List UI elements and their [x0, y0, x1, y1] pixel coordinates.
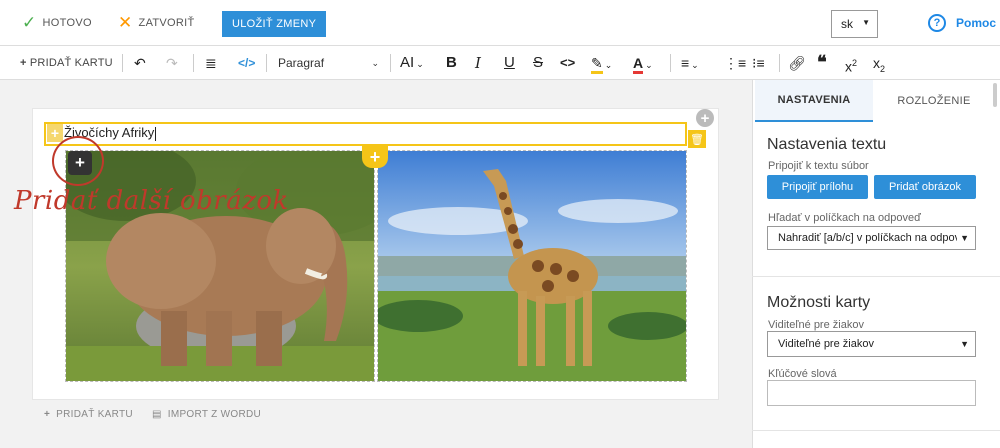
close-icon: ✕: [118, 13, 133, 32]
paragraph-style-select[interactable]: Paragraf ⌄: [270, 51, 385, 75]
add-image-panel-button[interactable]: Pridať obrázok: [874, 175, 976, 199]
underline-icon[interactable]: U: [504, 54, 515, 72]
done-label: HOTOVO: [42, 16, 92, 29]
attach-file-label: Pripojiť k textu súbor: [768, 160, 869, 172]
toolbar-divider: [122, 54, 123, 72]
redo-icon[interactable]: ↷: [166, 54, 178, 72]
font-color-icon[interactable]: A ⌄: [633, 54, 653, 74]
giraffe-image[interactable]: [377, 150, 687, 382]
chevron-down-icon: ⌄: [371, 57, 379, 68]
plus-icon: +: [20, 57, 27, 69]
plus-icon[interactable]: +: [47, 124, 63, 142]
align-icon[interactable]: ≡ ⌄: [681, 54, 699, 72]
help-icon: ?: [928, 14, 946, 32]
section-divider: [752, 276, 1000, 277]
visibility-select[interactable]: Viditeľné pre žiakov ▼: [767, 331, 976, 357]
done-button[interactable]: ✓ HOTOVO: [22, 14, 92, 31]
scrollbar[interactable]: [993, 83, 997, 107]
add-card-label: PRIDAŤ KARTU: [29, 57, 113, 69]
paragraph-style-value: Paragraf: [278, 56, 325, 70]
card-options-title: Možnosti karty: [767, 294, 871, 311]
font-size-icon[interactable]: AI ⌄: [400, 54, 424, 72]
superscript-icon[interactable]: x2: [845, 54, 857, 75]
add-block-icon[interactable]: +: [696, 109, 714, 127]
save-button[interactable]: ULOŽIŤ ZMENY: [222, 11, 327, 37]
code-view-icon[interactable]: </>: [238, 54, 255, 72]
tab-layout[interactable]: ROZLOŽENIE: [875, 80, 993, 122]
elephant-image[interactable]: [65, 150, 375, 382]
text-settings-title: Nastavenia textu: [767, 136, 887, 153]
language-value: sk: [841, 17, 853, 31]
help-button[interactable]: ? Pomoc: [928, 14, 996, 32]
section-divider: [752, 430, 1000, 431]
formatting-toolbar: + PRIDAŤ KARTU ↶ ↷ ≣ </> Paragraf ⌄ AI ⌄ …: [0, 46, 1000, 80]
annotation-text: Pridať další obrázok: [14, 186, 289, 216]
ordered-list-icon[interactable]: ⋮≡: [724, 54, 746, 72]
subscript-icon[interactable]: x2: [873, 54, 885, 74]
toolbar-divider: [390, 54, 391, 72]
search-fields-select[interactable]: Nahradiť [a/b/c] v políčkach na odpove ▼: [767, 226, 976, 250]
add-image-button[interactable]: +: [68, 151, 92, 175]
search-fields-value: Nahradiť [a/b/c] v políčkach na odpove: [778, 232, 967, 244]
caret-down-icon: ▼: [862, 18, 870, 27]
text-cursor: [155, 126, 157, 141]
highlight-icon[interactable]: ✎ ⌄: [591, 54, 612, 74]
database-icon[interactable]: ≣: [205, 54, 217, 72]
italic-icon[interactable]: I: [475, 54, 481, 72]
check-icon: ✓: [22, 13, 37, 32]
top-bar: ✓ HOTOVO ✕ ZATVORIŤ ULOŽIŤ ZMENY sk ▼ ? …: [0, 0, 1000, 46]
attach-file-button[interactable]: Pripojiť prílohu: [767, 175, 868, 199]
toolbar-divider: [193, 54, 194, 72]
close-button[interactable]: ✕ ZATVORIŤ: [118, 14, 195, 31]
add-card-button[interactable]: + PRIDAŤ KARTU: [20, 54, 113, 72]
search-fields-label: Hľadať v políčkach na odpoveď: [768, 212, 921, 224]
link-icon[interactable]: 🔗︎: [788, 54, 806, 72]
footer-add-card-button[interactable]: + PRIDAŤ KARTU: [44, 409, 133, 420]
plus-icon: +: [44, 409, 51, 420]
undo-icon[interactable]: ↶: [134, 54, 146, 72]
bullet-list-icon[interactable]: ⁝≡: [752, 54, 765, 72]
toolbar-divider: [670, 54, 671, 72]
import-word-label: IMPORT Z WORDU: [167, 409, 262, 420]
toolbar-divider: [779, 54, 780, 72]
help-label: Pomoc: [956, 16, 997, 30]
document-icon: ▤: [152, 409, 162, 420]
strikethrough-icon[interactable]: S: [533, 54, 543, 72]
bold-icon[interactable]: B: [446, 54, 457, 72]
caret-down-icon: ▼: [957, 339, 969, 349]
tab-settings[interactable]: NASTAVENIA: [755, 80, 873, 122]
close-label: ZATVORIŤ: [138, 16, 195, 29]
visibility-value: Viditeľné pre žiakov: [778, 338, 874, 350]
caret-down-icon: ▼: [957, 233, 969, 243]
add-image-between-icon[interactable]: +: [362, 146, 388, 168]
keywords-label: Kľúčové slová: [768, 368, 837, 380]
visibility-label: Viditeľné pre žiakov: [768, 319, 864, 331]
language-select[interactable]: sk ▼: [831, 10, 878, 38]
trash-icon[interactable]: 🗑︎: [688, 130, 706, 148]
import-word-button[interactable]: ▤ IMPORT Z WORDU: [152, 409, 261, 420]
code-icon[interactable]: <>: [560, 54, 575, 72]
footer-add-card-label: PRIDAŤ KARTU: [56, 409, 133, 420]
toolbar-divider: [266, 54, 267, 72]
keywords-input[interactable]: [767, 380, 976, 406]
quote-icon[interactable]: ❝: [817, 54, 827, 72]
